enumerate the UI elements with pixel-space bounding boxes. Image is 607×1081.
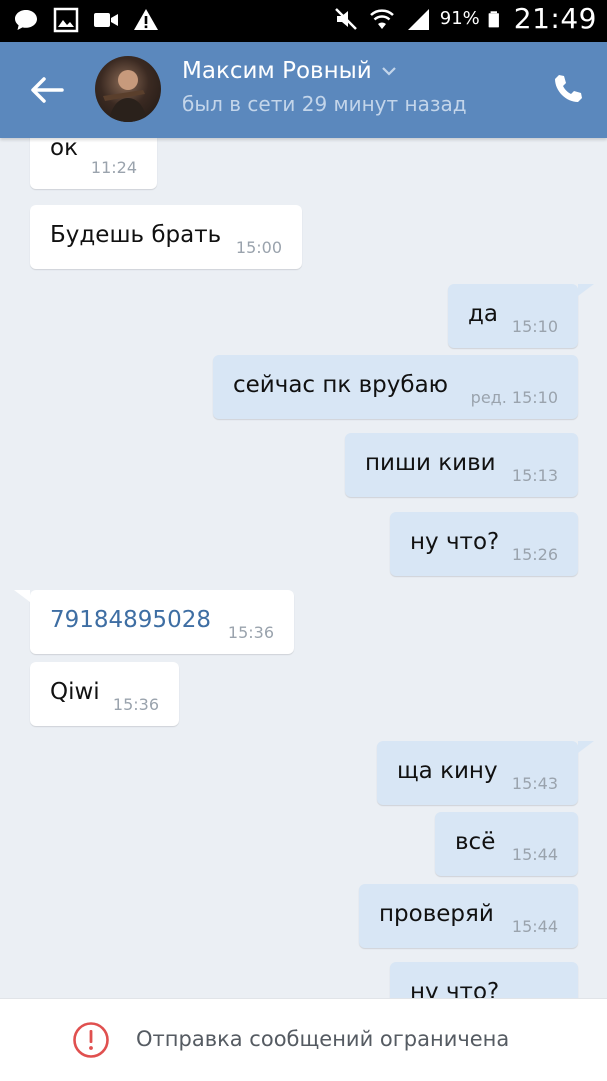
message-time: 15:10 <box>511 317 558 336</box>
contact-name: Максим Ровный <box>182 58 372 84</box>
avatar[interactable] <box>95 56 161 122</box>
message-time: ред. 15:10 <box>470 388 558 407</box>
exclamation-circle-icon <box>73 1022 109 1058</box>
status-bar: 91% 21:49 <box>0 0 607 42</box>
chat-icon <box>15 10 37 30</box>
chat-header: Максим Ровный был в сети 29 минут назад <box>0 42 607 138</box>
message-incoming[interactable]: 79184895028 15:36 <box>14 590 294 654</box>
message-text: ок <box>50 138 78 161</box>
last-seen-status: был в сети 29 минут назад <box>182 92 467 116</box>
wifi-icon <box>369 8 394 29</box>
message-outgoing[interactable]: ну что? 15:26 <box>390 512 578 576</box>
message-time: 15:44 <box>511 917 558 936</box>
message-time: 15:36 <box>227 623 274 642</box>
message-time: 11:24 <box>90 158 137 177</box>
message-text: сейчас пк врубаю <box>233 372 449 398</box>
message-time: 15:43 <box>511 774 558 793</box>
phone-number-link[interactable]: 79184895028 <box>50 607 211 633</box>
message-outgoing[interactable]: ну что? <box>390 962 578 998</box>
message-outgoing[interactable]: да 15:10 <box>448 284 594 348</box>
message-text: всё <box>455 829 496 855</box>
video-icon <box>94 13 118 27</box>
message-text: Будешь брать <box>50 222 222 248</box>
bubble-tail <box>578 741 594 753</box>
message-time: 15:44 <box>511 845 558 864</box>
message-time: 15:36 <box>112 695 159 714</box>
message-time: 15:13 <box>511 466 558 485</box>
phone-icon[interactable] <box>551 72 585 106</box>
message-text: проверяй <box>379 901 494 927</box>
contact-name-dropdown[interactable]: Максим Ровный <box>182 58 398 84</box>
message-outgoing[interactable]: всё 15:44 <box>435 812 578 876</box>
bubble-tail <box>14 590 30 602</box>
message-outgoing[interactable]: пиши киви 15:13 <box>345 433 578 497</box>
battery-percent: 91% <box>439 8 480 29</box>
battery-icon <box>488 10 499 27</box>
chevron-down-icon <box>381 67 396 76</box>
message-outgoing[interactable]: сейчас пк врубаю ред. 15:10 <box>213 355 578 419</box>
warning-icon <box>134 9 158 30</box>
message-text: ща кину <box>397 758 498 784</box>
message-incoming[interactable]: ок 11:24 <box>30 138 157 189</box>
message-text: пиши киви <box>365 450 496 476</box>
bubble-tail <box>578 284 594 296</box>
message-incoming[interactable]: Будешь брать 15:00 <box>30 205 302 269</box>
back-arrow-icon[interactable] <box>26 70 66 110</box>
signal-icon <box>407 8 429 30</box>
restriction-notice: Отправка сообщений ограничена <box>136 1027 510 1051</box>
message-text: Qiwi <box>50 679 100 705</box>
messaging-restricted-bar: Отправка сообщений ограничена <box>0 998 607 1081</box>
mute-icon <box>334 7 357 30</box>
message-outgoing[interactable]: ща кину 15:43 <box>377 741 594 805</box>
message-outgoing[interactable]: проверяй 15:44 <box>359 884 578 948</box>
message-time: 15:00 <box>235 238 282 257</box>
image-icon <box>53 7 79 33</box>
avatar-photo <box>103 70 147 122</box>
message-list[interactable]: ок 11:24 Будешь брать 15:00 да 15:10 сей… <box>0 138 607 998</box>
message-text: ну что? <box>410 529 500 555</box>
message-incoming[interactable]: Qiwi 15:36 <box>30 662 179 726</box>
message-text: да <box>468 301 498 327</box>
message-time: 15:26 <box>511 545 558 564</box>
clock: 21:49 <box>513 2 597 35</box>
message-text: ну что? <box>410 979 500 998</box>
